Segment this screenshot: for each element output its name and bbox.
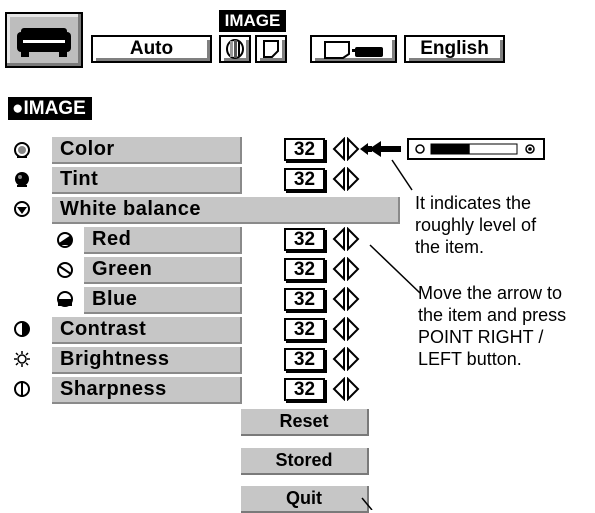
tint-value: 32 bbox=[284, 168, 325, 191]
reset-label: Reset bbox=[279, 411, 329, 431]
language-button[interactable]: English bbox=[404, 35, 505, 63]
auto-mode-label: Auto bbox=[129, 38, 174, 59]
screen-icon bbox=[263, 40, 279, 58]
arrow-note-line: LEFT button. bbox=[418, 349, 522, 369]
tint-icon bbox=[13, 170, 31, 193]
contrast-label: Contrast bbox=[60, 318, 147, 340]
level-note-line: roughly level of bbox=[415, 215, 537, 235]
green-row[interactable]: Green bbox=[84, 257, 242, 284]
toolbar-title: IMAGE bbox=[219, 10, 286, 32]
reset-button[interactable]: Reset bbox=[241, 409, 369, 436]
quit-button[interactable]: Quit bbox=[241, 486, 369, 513]
green-label: Green bbox=[92, 258, 153, 280]
green-adjust-arrows[interactable] bbox=[330, 257, 362, 281]
arrow-note: Move the arrow to the item and press POI… bbox=[418, 282, 593, 370]
level-note-line: It indicates the bbox=[415, 193, 532, 213]
setting-button[interactable] bbox=[310, 35, 397, 63]
blue-value: 32 bbox=[284, 288, 325, 311]
blue-label: Blue bbox=[92, 288, 138, 310]
red-row[interactable]: Red bbox=[84, 227, 242, 254]
arrow-note-line: Move the arrow to bbox=[418, 283, 563, 303]
blue-adjust-arrows[interactable] bbox=[330, 287, 362, 311]
white-balance-label: White balance bbox=[60, 198, 201, 220]
stored-button[interactable]: Stored bbox=[241, 448, 369, 475]
auto-mode-button[interactable]: Auto bbox=[91, 35, 212, 63]
quit-label: Quit bbox=[286, 488, 322, 508]
contrast-row[interactable]: Contrast bbox=[52, 317, 242, 344]
sharpness-value: 32 bbox=[284, 378, 325, 401]
red-value: 32 bbox=[284, 228, 325, 251]
pointer-arrow-icon bbox=[369, 141, 401, 157]
red-adjust-arrows[interactable] bbox=[330, 227, 362, 251]
blue-row[interactable]: Blue bbox=[84, 287, 242, 314]
stored-label: Stored bbox=[275, 450, 333, 470]
brightness-adjust-arrows[interactable] bbox=[330, 347, 362, 371]
color-adjust-arrows[interactable] bbox=[330, 137, 372, 161]
white-balance-icon bbox=[13, 200, 31, 223]
sharpness-row[interactable]: Sharpness bbox=[52, 377, 242, 404]
sharpness-icon bbox=[13, 380, 31, 403]
white-balance-row[interactable]: White balance bbox=[52, 197, 400, 224]
color-row[interactable]: Color bbox=[52, 137, 242, 164]
tint-label: Tint bbox=[60, 168, 99, 190]
screen-button[interactable] bbox=[255, 35, 287, 63]
green-value: 32 bbox=[284, 258, 325, 281]
color-icon bbox=[13, 141, 31, 164]
level-callout-line bbox=[391, 159, 413, 191]
green-icon bbox=[56, 261, 74, 284]
color-label: Color bbox=[60, 138, 115, 160]
contrast-icon bbox=[13, 320, 31, 343]
level-note: It indicates the roughly level of the it… bbox=[415, 192, 590, 258]
image-adjust-icon bbox=[226, 39, 244, 59]
level-indicator-fill bbox=[431, 144, 470, 154]
contrast-value: 32 bbox=[284, 318, 325, 341]
arrow-note-line: POINT RIGHT / bbox=[418, 327, 544, 347]
blue-icon bbox=[56, 290, 74, 313]
brightness-label: Brightness bbox=[60, 348, 170, 370]
arrow-callout-line bbox=[369, 244, 421, 294]
arrow-note-line: the item and press bbox=[418, 305, 567, 325]
section-title: ●IMAGE bbox=[8, 97, 92, 120]
projector-menu-button[interactable] bbox=[5, 12, 83, 68]
projector-icon bbox=[17, 28, 71, 57]
language-label: English bbox=[420, 38, 489, 59]
contrast-adjust-arrows[interactable] bbox=[330, 317, 362, 341]
tint-adjust-arrows[interactable] bbox=[330, 167, 362, 191]
level-note-line: the item. bbox=[415, 237, 485, 257]
brightness-row[interactable]: Brightness bbox=[52, 347, 242, 374]
tint-row[interactable]: Tint bbox=[52, 167, 242, 194]
sharpness-label: Sharpness bbox=[60, 378, 167, 400]
brightness-icon bbox=[13, 350, 31, 373]
level-indicator bbox=[407, 138, 545, 160]
red-label: Red bbox=[92, 228, 132, 250]
sharpness-adjust-arrows[interactable] bbox=[330, 377, 362, 401]
image-adjust-button[interactable] bbox=[219, 35, 251, 63]
setting-icon bbox=[323, 41, 383, 59]
brightness-value: 32 bbox=[284, 348, 325, 371]
red-icon bbox=[56, 231, 74, 254]
color-value: 32 bbox=[284, 138, 325, 161]
